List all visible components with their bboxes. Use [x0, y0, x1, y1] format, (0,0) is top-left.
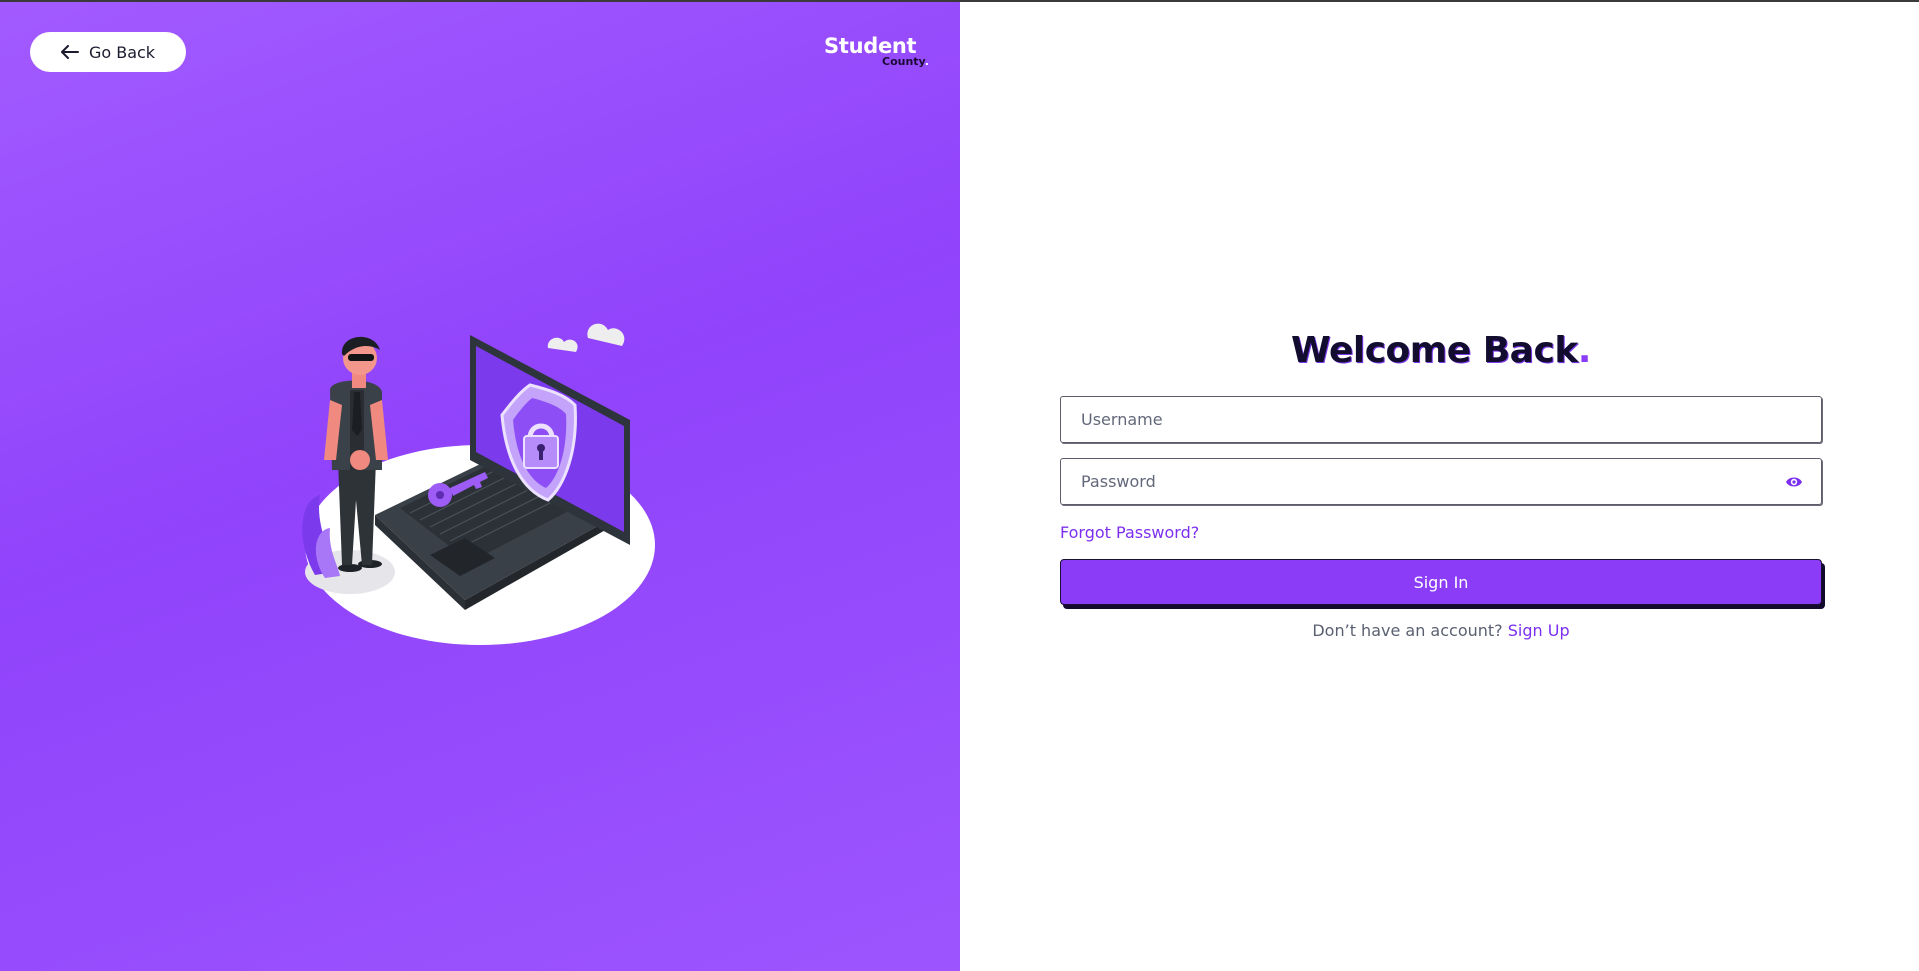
- password-field-wrapper: [1060, 458, 1822, 505]
- brand-sub: County.: [882, 55, 929, 68]
- username-field-wrapper: [1060, 396, 1822, 443]
- forgot-password-link[interactable]: Forgot Password?: [1060, 523, 1220, 543]
- password-input[interactable]: [1061, 459, 1821, 504]
- go-back-button[interactable]: Go Back: [30, 32, 186, 72]
- login-form: Welcome Back. Forgot Password? Sign In D…: [1060, 326, 1822, 640]
- signup-prompt-row: Don’t have an account? Sign Up: [1060, 621, 1822, 640]
- brand-logo: Student County.: [824, 34, 934, 74]
- page-title-text: Welcome Back: [1291, 330, 1578, 371]
- page-title: Welcome Back.: [1060, 326, 1822, 376]
- title-dot: .: [1577, 330, 1592, 371]
- eye-icon[interactable]: [1785, 474, 1803, 490]
- arrow-left-icon: [60, 45, 79, 59]
- brand-dot: .: [924, 55, 929, 68]
- brand-sub-text: County: [882, 55, 925, 68]
- go-back-label: Go Back: [88, 42, 156, 62]
- signup-prompt: Don’t have an account?: [1312, 621, 1503, 640]
- top-border: [0, 0, 1919, 2]
- username-input[interactable]: [1061, 397, 1821, 442]
- security-laptop-guard-illustration: [290, 310, 670, 660]
- sign-up-link[interactable]: Sign Up: [1508, 621, 1570, 640]
- login-panel: Welcome Back. Forgot Password? Sign In D…: [960, 0, 1919, 971]
- sign-in-button[interactable]: Sign In: [1060, 559, 1822, 605]
- hero-panel: Go Back Student County.: [0, 0, 960, 971]
